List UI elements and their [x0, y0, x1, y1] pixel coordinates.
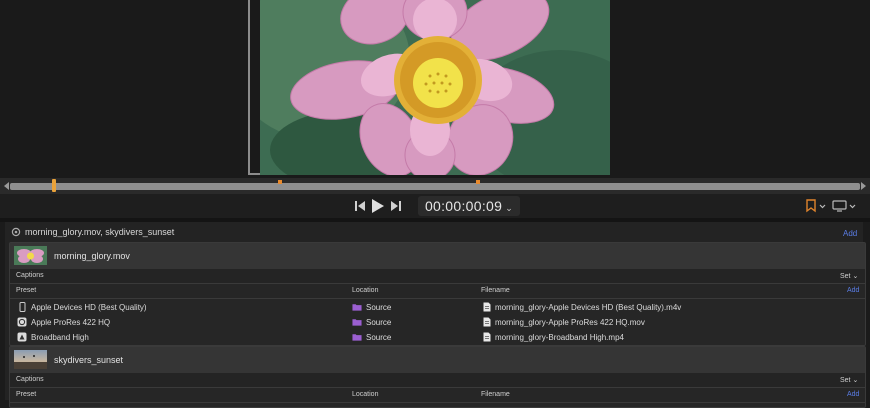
captions-label: Captions — [16, 376, 44, 383]
file-icon — [483, 302, 491, 312]
transport-bar: 00:00:00:09 ⌄ — [0, 194, 870, 218]
job-morning-glory: morning_glory.mov Captions Set ⌄ Preset … — [9, 242, 866, 346]
set-label: Set — [840, 273, 851, 280]
job-name: morning_glory.mov — [54, 251, 130, 261]
chapter-marker[interactable] — [278, 180, 282, 184]
display-icon — [832, 200, 856, 212]
sunset-thumbnail-image — [14, 350, 47, 369]
crop-guide-horizontal — [248, 173, 260, 175]
captions-set-button[interactable]: Set ⌄ — [840, 376, 858, 384]
captions-set-button[interactable]: Set ⌄ — [840, 272, 858, 280]
filename-value: morning_glory-Apple Devices HD (Best Qua… — [495, 303, 682, 312]
prores-icon — [17, 317, 27, 327]
captions-row: Captions Set ⌄ — [10, 373, 865, 388]
table-row[interactable]: Apple Devices HD (Best Quality) Source m… — [10, 300, 865, 314]
batch-add-button[interactable]: Add — [843, 229, 857, 238]
folder-icon — [352, 319, 362, 326]
batch-header: morning_glory.mov, skydivers_sunset Add — [5, 222, 863, 242]
viewer — [0, 0, 870, 178]
timeline-scrubber[interactable] — [0, 178, 870, 194]
preset-name: Apple ProRes 422 HQ — [31, 318, 111, 327]
column-filename: Filename — [481, 287, 510, 294]
job-thumbnail — [14, 246, 47, 265]
crop-guide-vertical — [248, 0, 250, 174]
file-icon — [483, 332, 491, 342]
folder-icon — [352, 334, 362, 341]
chevron-down-icon: ⌄ — [852, 377, 859, 384]
timecode-value: 00:00:00:09 — [424, 198, 503, 214]
file-icon — [483, 317, 491, 327]
table-row[interactable]: Broadband High Source morning_glory-Broa… — [10, 330, 865, 344]
column-location: Location — [352, 391, 379, 398]
lotus-thumbnail-image — [14, 246, 47, 265]
skip-forward-icon — [391, 201, 401, 211]
batch-icon — [11, 227, 21, 237]
marker-menu-button[interactable] — [805, 198, 827, 214]
skip-back-button[interactable] — [352, 198, 368, 214]
preset-name: Broadband High — [31, 333, 89, 342]
skip-forward-button[interactable] — [388, 198, 404, 214]
playhead[interactable] — [52, 179, 56, 192]
filename-value: morning_glory-Apple ProRes 422 HQ.mov — [495, 318, 645, 327]
display-menu-button[interactable] — [832, 198, 858, 214]
job-thumbnail — [14, 350, 47, 369]
captions-label: Captions — [16, 272, 44, 279]
column-preset: Preset — [16, 287, 37, 294]
scrubber-track[interactable] — [10, 183, 860, 190]
add-output-button[interactable]: Add — [847, 287, 859, 294]
job-skydivers-sunset: skydivers_sunset Captions Set ⌄ Preset L… — [9, 346, 866, 408]
location-value: Source — [366, 318, 392, 327]
phone-icon — [19, 302, 26, 312]
chapter-marker[interactable] — [476, 180, 480, 184]
column-headers: Preset Location Filename Add — [10, 284, 865, 299]
column-preset: Preset — [16, 391, 37, 398]
folder-icon — [352, 304, 362, 311]
column-headers: Preset Location Filename Add — [10, 388, 865, 403]
play-icon — [372, 199, 384, 213]
batch-title: morning_glory.mov, skydivers_sunset — [25, 227, 175, 237]
column-filename: Filename — [481, 391, 510, 398]
table-row[interactable]: Apple ProRes 422 HQ Source morning_glory… — [10, 315, 865, 329]
job-name: skydivers_sunset — [54, 355, 124, 365]
location-value: Source — [366, 333, 392, 342]
captions-row: Captions Set ⌄ — [10, 269, 865, 284]
bookmark-icon — [806, 199, 826, 213]
video-frame — [260, 0, 610, 175]
chevron-down-icon: ⌄ — [505, 203, 514, 213]
in-point-marker[interactable] — [4, 182, 9, 190]
skip-back-icon — [355, 201, 365, 211]
filename-value: morning_glory-Broadband High.mp4 — [495, 333, 624, 342]
batch-panel: morning_glory.mov, skydivers_sunset Add … — [5, 222, 866, 408]
out-point-marker[interactable] — [861, 182, 866, 190]
preset-name: Apple Devices HD (Best Quality) — [31, 303, 147, 312]
chevron-down-icon: ⌄ — [852, 273, 859, 280]
column-location: Location — [352, 287, 379, 294]
set-label: Set — [840, 377, 851, 384]
job-header[interactable]: morning_glory.mov — [10, 243, 865, 269]
lotus-flower-image — [260, 0, 610, 175]
timecode-display[interactable]: 00:00:00:09 ⌄ — [418, 196, 520, 216]
play-button[interactable] — [369, 198, 385, 214]
location-value: Source — [366, 303, 392, 312]
add-output-button[interactable]: Add — [847, 391, 859, 398]
broadband-icon — [17, 332, 27, 342]
job-header[interactable]: skydivers_sunset — [10, 347, 865, 373]
